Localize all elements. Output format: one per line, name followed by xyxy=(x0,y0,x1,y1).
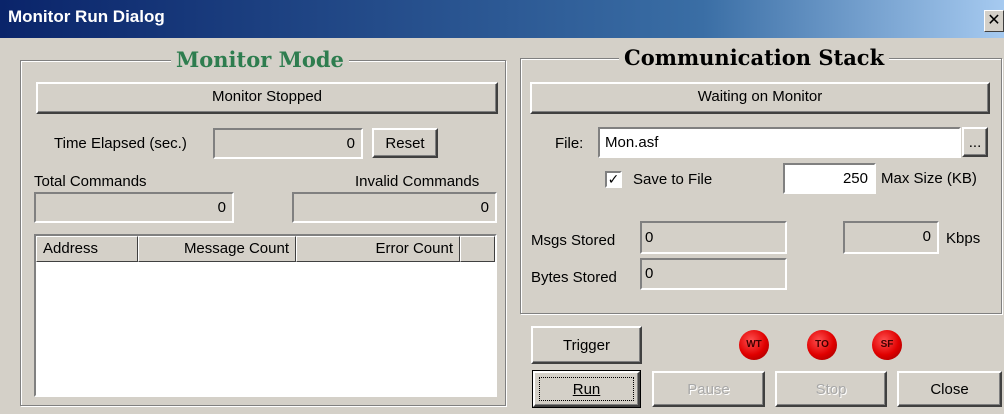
invalid-commands-field: 0 xyxy=(292,192,497,223)
run-button[interactable]: Run xyxy=(532,370,641,408)
save-to-file-label[interactable]: Save to File xyxy=(633,171,712,188)
title-bar[interactable]: Monitor Run Dialog ✕ xyxy=(0,0,1004,38)
time-elapsed-label: Time Elapsed (sec.) xyxy=(54,135,187,152)
column-header-address[interactable]: Address xyxy=(36,236,138,262)
reset-button[interactable]: Reset xyxy=(372,128,438,158)
file-input[interactable]: Mon.asf xyxy=(598,127,961,158)
close-icon: ✕ xyxy=(987,12,1001,29)
monitor-status-bar: Monitor Stopped xyxy=(36,82,498,114)
max-size-input[interactable]: 250 xyxy=(783,163,876,194)
trigger-button[interactable]: Trigger xyxy=(531,326,642,364)
msgs-stored-field: 0 xyxy=(640,221,787,254)
total-commands-field: 0 xyxy=(34,192,234,223)
file-label: File: xyxy=(555,135,584,152)
to-indicator-led: TO xyxy=(807,330,837,360)
wt-indicator-led: WT xyxy=(739,330,769,360)
sf-indicator-led: SF xyxy=(872,330,902,360)
msgs-stored-label: Msgs Stored xyxy=(531,232,616,249)
address-table[interactable]: Address Message Count Error Count xyxy=(34,234,497,397)
kbps-label: Kbps xyxy=(946,230,981,247)
time-elapsed-field: 0 xyxy=(213,128,363,159)
close-window-button[interactable]: ✕ xyxy=(984,10,1004,32)
kbps-field: 0 xyxy=(843,221,939,254)
pause-button[interactable]: Pause xyxy=(652,371,765,407)
window-title: Monitor Run Dialog xyxy=(8,7,165,26)
column-header-filler xyxy=(460,236,495,262)
comm-status-bar: Waiting on Monitor xyxy=(530,82,990,114)
monitor-run-dialog: Monitor Run Dialog ✕ Monitor Mode Monito… xyxy=(0,0,1004,414)
total-commands-label: Total Commands xyxy=(34,173,147,190)
bytes-stored-field: 0 xyxy=(640,258,787,290)
max-size-label: Max Size (KB) xyxy=(881,170,977,187)
column-header-message-count[interactable]: Message Count xyxy=(138,236,296,262)
browse-button[interactable]: ... xyxy=(962,127,988,157)
column-header-error-count[interactable]: Error Count xyxy=(296,236,460,262)
monitor-mode-title: Monitor Mode xyxy=(171,47,349,72)
focus-rect xyxy=(539,377,634,401)
bytes-stored-label: Bytes Stored xyxy=(531,269,617,286)
invalid-commands-label: Invalid Commands xyxy=(355,173,480,190)
save-to-file-checkbox[interactable]: ✓ xyxy=(605,171,622,188)
stop-button[interactable]: Stop xyxy=(775,371,887,407)
close-button[interactable]: Close xyxy=(897,371,1002,407)
communication-stack-title: Communication Stack xyxy=(619,45,890,70)
